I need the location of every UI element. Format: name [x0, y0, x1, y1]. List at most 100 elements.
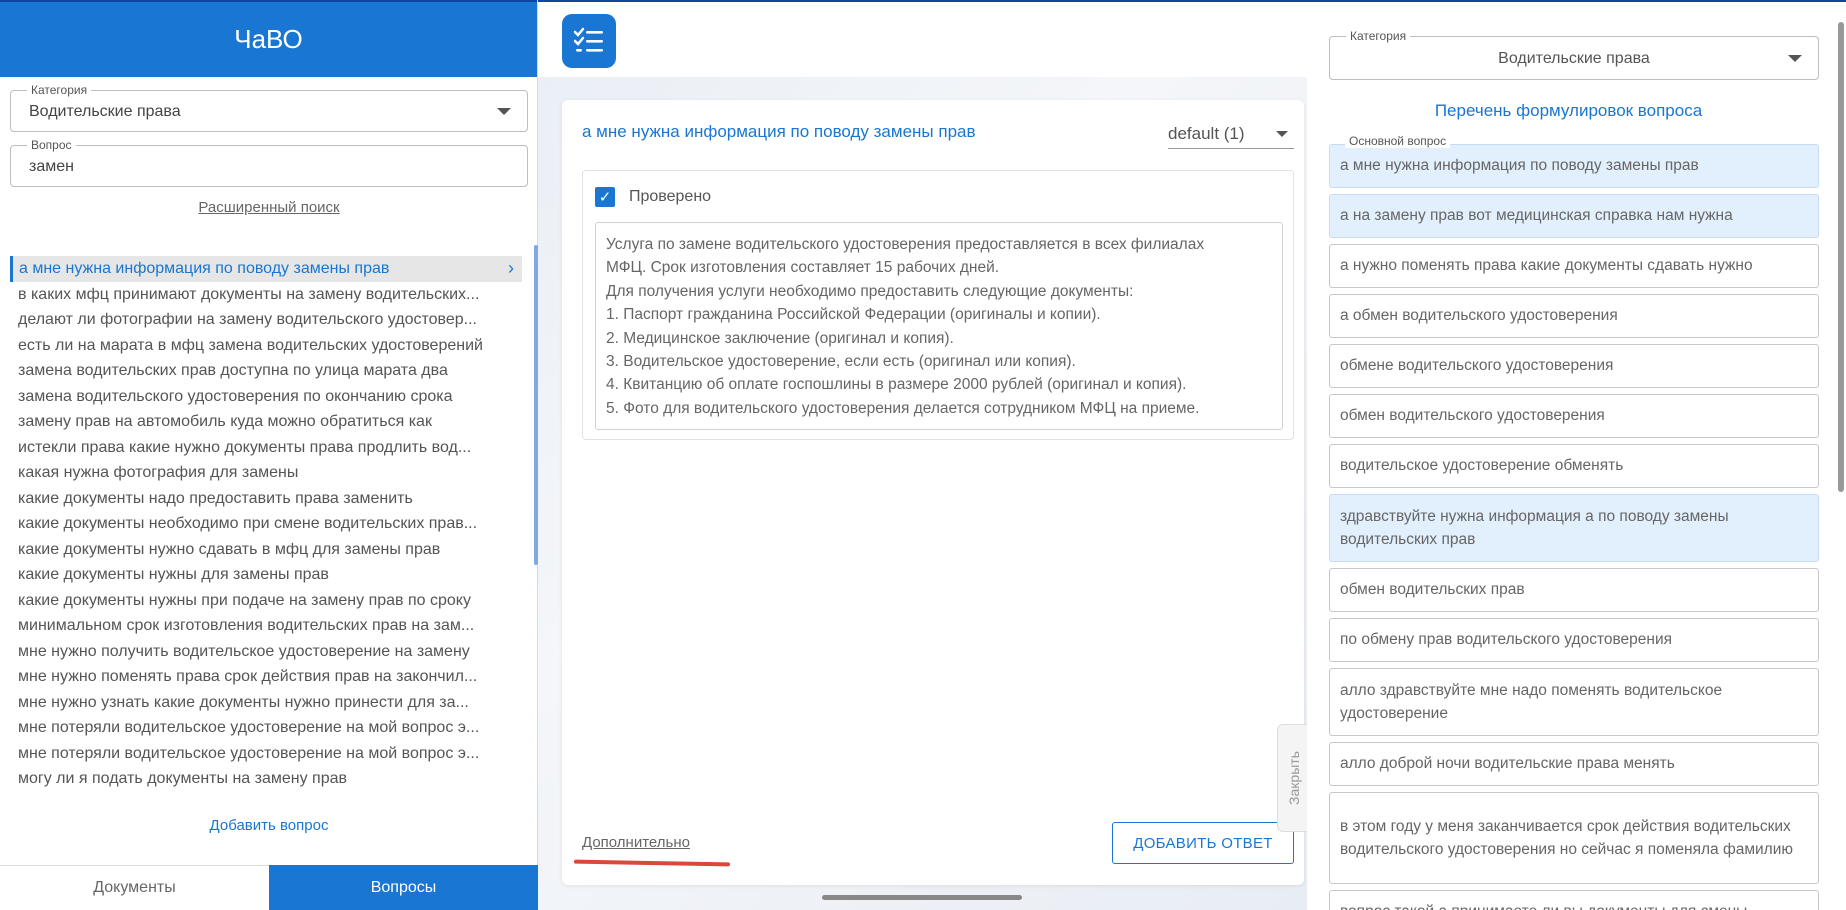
question-list-item-label: мне нужно поменять права срок действия п… [18, 668, 478, 685]
question-value: замен [29, 158, 74, 175]
phrasing-item[interactable]: обмене водительского удостоверения [1329, 344, 1819, 388]
answer-card-title: а мне нужна информация по поводу замены … [582, 122, 976, 141]
question-list-item[interactable]: какие документы нужно сдавать в мфц для … [10, 537, 522, 563]
phrasing-item-text: а обмен водительского удостоверения [1340, 307, 1618, 325]
right-category-label: Категория [1346, 28, 1411, 44]
question-list-item[interactable]: истекли права какие нужно документы прав… [10, 435, 522, 461]
phrasing-item[interactable]: а нужно поменять права какие документы с… [1329, 244, 1819, 288]
add-question-link[interactable]: Добавить вопрос [0, 817, 538, 834]
answer-text-line: 5. Фото для водительского удостоверения … [606, 399, 1200, 417]
phrasing-item-text: алло здравствуйте мне надо поменять води… [1340, 681, 1723, 723]
phrasing-item[interactable]: а на замену прав вот медицинская справка… [1329, 194, 1819, 238]
answer-panel: а мне нужна информация по поводу замены … [538, 0, 1307, 910]
answer-text-line: 2. Медицинское заключение (оригинал и ко… [606, 329, 954, 347]
question-list-item[interactable]: мне потеряли водительское удостоверение … [10, 741, 522, 767]
faq-title: ЧаВО [234, 24, 303, 54]
tab-documents[interactable]: Документы [0, 865, 269, 910]
question-list-item-label: истекли права какие нужно документы прав… [18, 438, 472, 456]
question-list-item-label: мне потеряли водительское удостоверение … [18, 744, 480, 762]
verified-checkbox-row[interactable]: ✓ Проверено [595, 187, 711, 207]
phrasing-item[interactable]: а мне нужна информация по поводу замены … [1329, 144, 1819, 188]
phrasing-item[interactable]: здравствуйте нужна информация а по повод… [1329, 494, 1819, 562]
phrasing-item-text: в этом году у меня заканчивается срок де… [1340, 817, 1793, 859]
question-list-item-label: а мне нужна информация по поводу замены … [19, 260, 390, 277]
question-list-item-label: какие документы нужны при подаче на заме… [18, 591, 471, 609]
faq-panel: ЧаВО Категория Водительские права Вопрос… [0, 0, 538, 910]
question-list-item[interactable]: а мне нужна информация по поводу замены … [10, 256, 522, 282]
phrasings-scrollbar[interactable] [1838, 22, 1844, 492]
question-list-item[interactable]: мне потеряли водительское удостоверение … [10, 715, 522, 741]
question-list-item[interactable]: мне нужно поменять права срок действия п… [10, 664, 522, 690]
phrasing-item-text: по обмену прав водительского удостоверен… [1340, 631, 1673, 649]
question-list-item[interactable]: минимальном срок изготовления водительск… [10, 613, 522, 639]
question-list-item[interactable]: замена водительского удостоверения по ок… [10, 384, 522, 410]
phrasing-item[interactable]: алло доброй ночи водительские права меня… [1329, 742, 1819, 786]
underline-annotation [573, 859, 731, 867]
phrasing-item[interactable]: а обмен водительского удостоверения [1329, 294, 1819, 338]
phrasing-item-text: алло доброй ночи водительские права меня… [1340, 755, 1675, 773]
question-search-input[interactable]: Вопрос замен [10, 137, 528, 187]
answer-text-line: 4. Квитанцию об оплате госпошлины в разм… [606, 376, 1187, 394]
right-category-value: Водительские права [1498, 50, 1650, 67]
category-select[interactable]: Категория Водительские права [10, 82, 528, 132]
phrasing-item-text: а на замену прав вот медицинская справка… [1340, 207, 1733, 225]
question-list-item[interactable]: какие документы надо предоставить права … [10, 486, 522, 512]
question-list-item[interactable]: делают ли фотографии на замену водительс… [10, 307, 522, 333]
question-list-item[interactable]: могу ли я подать документы на замену пра… [10, 766, 522, 792]
phrasing-item[interactable]: водительское удостоверение обменять [1329, 444, 1819, 488]
right-category-select[interactable]: Категория Водительские права [1329, 28, 1819, 80]
question-list-item-label: какие документы нужно сдавать в мфц для … [18, 540, 441, 558]
phrasing-item[interactable]: обмен водительских прав [1329, 568, 1819, 612]
question-list-item-label: мне нужно узнать какие документы нужно п… [18, 693, 469, 711]
phrasing-item-text: водительское удостоверение обменять [1340, 457, 1624, 475]
phrasing-item-text: а нужно поменять права какие документы с… [1340, 257, 1753, 275]
add-answer-button[interactable]: ДОБАВИТЬ ОТВЕТ [1112, 822, 1294, 864]
chevron-down-icon [1276, 131, 1288, 137]
phrasing-item-text: здравствуйте нужна информация а по повод… [1340, 507, 1729, 549]
question-list-item-label: замена водительских прав доступна по ули… [18, 362, 448, 379]
phrasings-heading: Перечень формулировок вопроса [1434, 101, 1703, 120]
question-label: Вопрос [27, 137, 76, 153]
answer-variant-select[interactable]: default (1) [1168, 120, 1294, 149]
phrasing-item[interactable]: алло здравствуйте мне надо поменять води… [1329, 668, 1819, 736]
question-list-item-label: есть ли на марата в мфц замена водительс… [18, 336, 483, 354]
question-list-item-label: какая нужна фотография для замены [18, 464, 299, 481]
question-list-item[interactable]: какие документы нужны при подаче на заме… [10, 588, 522, 614]
additional-link[interactable]: Дополнительно [582, 834, 690, 851]
close-panel-tab[interactable]: Закрыть [1277, 724, 1309, 832]
phrasing-item[interactable]: в этом году у меня заканчивается срок де… [1329, 792, 1819, 884]
tab-questions[interactable]: Вопросы [269, 865, 538, 910]
question-list-item[interactable]: мне нужно узнать какие документы нужно п… [10, 690, 522, 716]
question-list-item[interactable]: мне нужно получить водительское удостове… [10, 639, 522, 665]
question-list-item-label: могу ли я подать документы на замену пра… [18, 770, 348, 787]
answer-text-line: Для получения услуги необходимо предоста… [606, 282, 1134, 300]
question-list-item[interactable]: замена водительских прав доступна по ули… [10, 358, 522, 384]
question-list-item[interactable]: какая нужна фотография для замены [10, 460, 522, 486]
verified-label: Проверено [629, 188, 712, 205]
question-list-item-label: какие документы необходимо при смене вод… [18, 515, 478, 532]
answer-text-line: Услуга по замене водительского удостовер… [606, 236, 1205, 253]
bottom-tabs: Документы Вопросы [0, 865, 538, 910]
phrasing-item[interactable]: обмен водительского удостоверения [1329, 394, 1819, 438]
horizontal-scrollbar[interactable] [822, 895, 1022, 900]
answer-text-line: 3. Водительское удостоверение, если есть… [606, 353, 1076, 371]
phrasing-item-text: обмен водительских прав [1340, 581, 1525, 599]
checkmark-icon[interactable]: ✓ [595, 187, 615, 207]
answer-box: ✓ Проверено Услуга по замене водительско… [582, 170, 1294, 440]
question-list-item[interactable]: есть ли на марата в мфц замена водительс… [10, 333, 522, 359]
phrasing-item[interactable]: по обмену прав водительского удостоверен… [1329, 618, 1819, 662]
phrasing-item[interactable]: вопрос такой а принимаете ли вы документ… [1329, 890, 1819, 910]
question-list-item[interactable]: замену прав на автомобиль куда можно обр… [10, 409, 522, 435]
category-value: Водительские права [29, 103, 181, 120]
question-list-item[interactable]: какие документы необходимо при смене вод… [10, 511, 522, 537]
answer-text-line: 1. Паспорт гражданина Российской Федерац… [606, 306, 1101, 324]
question-list-item[interactable]: какие документы нужны для замены прав [10, 562, 522, 588]
phrasings-list: а мне нужна информация по поводу замены … [1329, 144, 1819, 910]
question-list-item[interactable]: в каких мфц принимают документы на замен… [10, 282, 522, 308]
close-panel-label: Закрыть [1285, 751, 1302, 805]
advanced-search-link[interactable]: Расширенный поиск [0, 199, 538, 216]
answer-text[interactable]: Услуга по замене водительского удостовер… [595, 222, 1283, 430]
phrasing-item-text: а мне нужна информация по поводу замены … [1340, 157, 1699, 175]
question-list-item-label: минимальном срок изготовления водительск… [18, 617, 475, 634]
checklist-menu-button[interactable] [562, 14, 616, 68]
